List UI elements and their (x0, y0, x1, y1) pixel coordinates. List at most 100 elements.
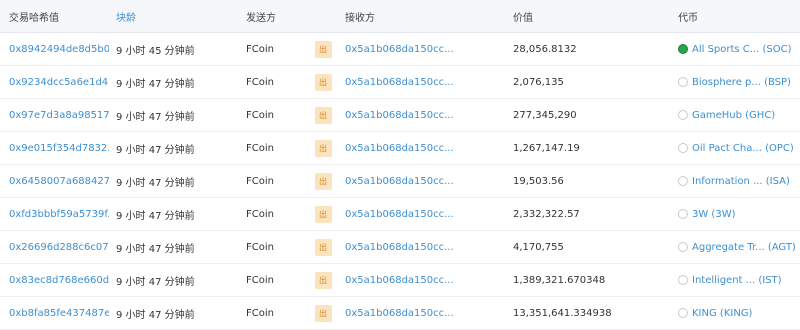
token-link[interactable]: Biosphere p... (BSP) (678, 66, 798, 98)
token-logo-icon (678, 77, 688, 87)
direction-badge-cell: 出 (312, 165, 334, 197)
token-name: All Sports C... (SOC) (692, 43, 792, 55)
token-name: 3W (3W) (692, 208, 736, 220)
direction-badge-cell: 出 (312, 231, 334, 263)
receiver-address-link[interactable]: 0x5a1b068da150cc... (345, 165, 495, 197)
header-from: 发送方 (246, 12, 276, 24)
sender-name: FCoin (246, 109, 274, 121)
tx-hash-link[interactable]: 0x97e7d3a8a98517... (9, 99, 109, 131)
table-row: 0x8942494de8d5b0... 9 小时 45 分钟前 FCoin 出 0x5a… (0, 33, 800, 66)
token-name: Oil Pact Cha... (OPC) (692, 142, 794, 154)
token-link[interactable]: GameHub (GHC) (678, 99, 798, 131)
direction-badge-cell: 出 (312, 132, 334, 164)
tx-age: 9 小时 47 分钟前 (116, 309, 195, 321)
transfer-value: 2,332,322.57 (513, 208, 580, 220)
sender-name: FCoin (246, 76, 274, 88)
sender-name: FCoin (246, 208, 274, 220)
tx-hash-link[interactable]: 0x6458007a688427... (9, 165, 109, 197)
receiver-address-link[interactable]: 0x5a1b068da150cc... (345, 231, 495, 263)
tx-hash-link[interactable]: 0xfd3bbbf59a5739f... (9, 198, 109, 230)
receiver-address-link[interactable]: 0x5a1b068da150cc... (345, 297, 495, 329)
token-logo-icon (678, 242, 688, 252)
token-link[interactable]: KING (KING) (678, 297, 798, 329)
table-row: 0x26696d288c6c07... 9 小时 47 分钟前 FCoin 出 0x5a… (0, 231, 800, 264)
direction-badge-cell: 出 (312, 198, 334, 230)
sender-name: FCoin (246, 175, 274, 187)
table-row: 0x9e015f354d7832... 9 小时 47 分钟前 FCoin 出 0x5a… (0, 132, 800, 165)
tx-hash-link[interactable]: 0xb8fa85fe437487e... (9, 297, 109, 329)
direction-badge-cell: 出 (312, 99, 334, 131)
table-body: 0x8942494de8d5b0... 9 小时 45 分钟前 FCoin 出 0x5a… (0, 33, 800, 330)
header-age[interactable]: 块龄 (116, 0, 240, 32)
tx-age: 9 小时 47 分钟前 (116, 144, 195, 156)
receiver-address-link[interactable]: 0x5a1b068da150cc... (345, 264, 495, 296)
out-badge: 出 (314, 40, 332, 58)
out-badge: 出 (314, 238, 332, 256)
table-row: 0x6458007a688427... 9 小时 47 分钟前 FCoin 出 0x5a… (0, 165, 800, 198)
token-name: GameHub (GHC) (692, 109, 776, 121)
token-name: Aggregate Tr... (AGT) (692, 241, 796, 253)
header-hash: 交易哈希值 (9, 12, 59, 24)
token-logo-icon (678, 308, 688, 318)
tx-hash-link[interactable]: 0x8942494de8d5b0... (9, 33, 109, 65)
direction-badge-cell: 出 (312, 66, 334, 98)
out-badge: 出 (314, 73, 332, 91)
out-badge: 出 (314, 139, 332, 157)
tx-age: 9 小时 45 分钟前 (116, 45, 195, 57)
tx-hash-link[interactable]: 0x9e015f354d7832... (9, 132, 109, 164)
token-link[interactable]: Oil Pact Cha... (OPC) (678, 132, 798, 164)
tx-age: 9 小时 47 分钟前 (116, 111, 195, 123)
out-badge: 出 (314, 172, 332, 190)
transfer-value: 19,503.56 (513, 175, 564, 187)
direction-badge-cell: 出 (312, 33, 334, 65)
token-logo-icon (678, 176, 688, 186)
transfer-value: 28,056.8132 (513, 43, 577, 55)
out-badge: 出 (314, 205, 332, 223)
receiver-address-link[interactable]: 0x5a1b068da150cc... (345, 99, 495, 131)
tx-age: 9 小时 47 分钟前 (116, 78, 195, 90)
token-link[interactable]: Aggregate Tr... (AGT) (678, 231, 798, 263)
tx-age: 9 小时 47 分钟前 (116, 276, 195, 288)
tx-age: 9 小时 47 分钟前 (116, 210, 195, 222)
receiver-address-link[interactable]: 0x5a1b068da150cc... (345, 132, 495, 164)
token-logo-icon (678, 275, 688, 285)
table-row: 0x97e7d3a8a98517... 9 小时 47 分钟前 FCoin 出 0x5a… (0, 99, 800, 132)
out-badge: 出 (314, 106, 332, 124)
sender-name: FCoin (246, 43, 274, 55)
transfer-value: 2,076,135 (513, 76, 564, 88)
table-row: 0xb8fa85fe437487e... 9 小时 47 分钟前 FCoin 出 0x5… (0, 297, 800, 330)
receiver-address-link[interactable]: 0x5a1b068da150cc... (345, 33, 495, 65)
token-logo-icon (678, 44, 688, 54)
sender-name: FCoin (246, 274, 274, 286)
out-badge: 出 (314, 271, 332, 289)
transfer-value: 277,345,290 (513, 109, 577, 121)
token-transfers-table: 交易哈希值 块龄 发送方 接收方 价值 代币 0x8942494de8d5b0.… (0, 0, 800, 330)
out-badge: 出 (314, 304, 332, 322)
direction-badge-cell: 出 (312, 297, 334, 329)
token-link[interactable]: 3W (3W) (678, 198, 798, 230)
transfer-value: 1,389,321.670348 (513, 274, 606, 286)
tx-hash-link[interactable]: 0x9234dcc5a6e1d4... (9, 66, 109, 98)
table-header: 交易哈希值 块龄 发送方 接收方 价值 代币 (0, 0, 800, 33)
transfer-value: 13,351,641.334938 (513, 307, 612, 319)
token-name: Intelligent ... (IST) (692, 274, 782, 286)
table-row: 0x83ec8d768e660d... 9 小时 47 分钟前 FCoin 出 0x5a… (0, 264, 800, 297)
receiver-address-link[interactable]: 0x5a1b068da150cc... (345, 66, 495, 98)
sender-name: FCoin (246, 241, 274, 253)
token-logo-icon (678, 110, 688, 120)
header-token: 代币 (678, 12, 698, 24)
token-link[interactable]: Information ... (ISA) (678, 165, 798, 197)
token-link[interactable]: Intelligent ... (IST) (678, 264, 798, 296)
tx-age: 9 小时 47 分钟前 (116, 177, 195, 189)
token-link[interactable]: All Sports C... (SOC) (678, 33, 798, 65)
receiver-address-link[interactable]: 0x5a1b068da150cc... (345, 198, 495, 230)
token-logo-icon (678, 209, 688, 219)
token-name: Information ... (ISA) (692, 175, 790, 187)
tx-hash-link[interactable]: 0x26696d288c6c07... (9, 231, 109, 263)
table-row: 0xfd3bbbf59a5739f... 9 小时 47 分钟前 FCoin 出 0x5… (0, 198, 800, 231)
direction-badge-cell: 出 (312, 264, 334, 296)
token-name: Biosphere p... (BSP) (692, 76, 791, 88)
token-logo-icon (678, 143, 688, 153)
transfer-value: 1,267,147.19 (513, 142, 580, 154)
tx-hash-link[interactable]: 0x83ec8d768e660d... (9, 264, 109, 296)
